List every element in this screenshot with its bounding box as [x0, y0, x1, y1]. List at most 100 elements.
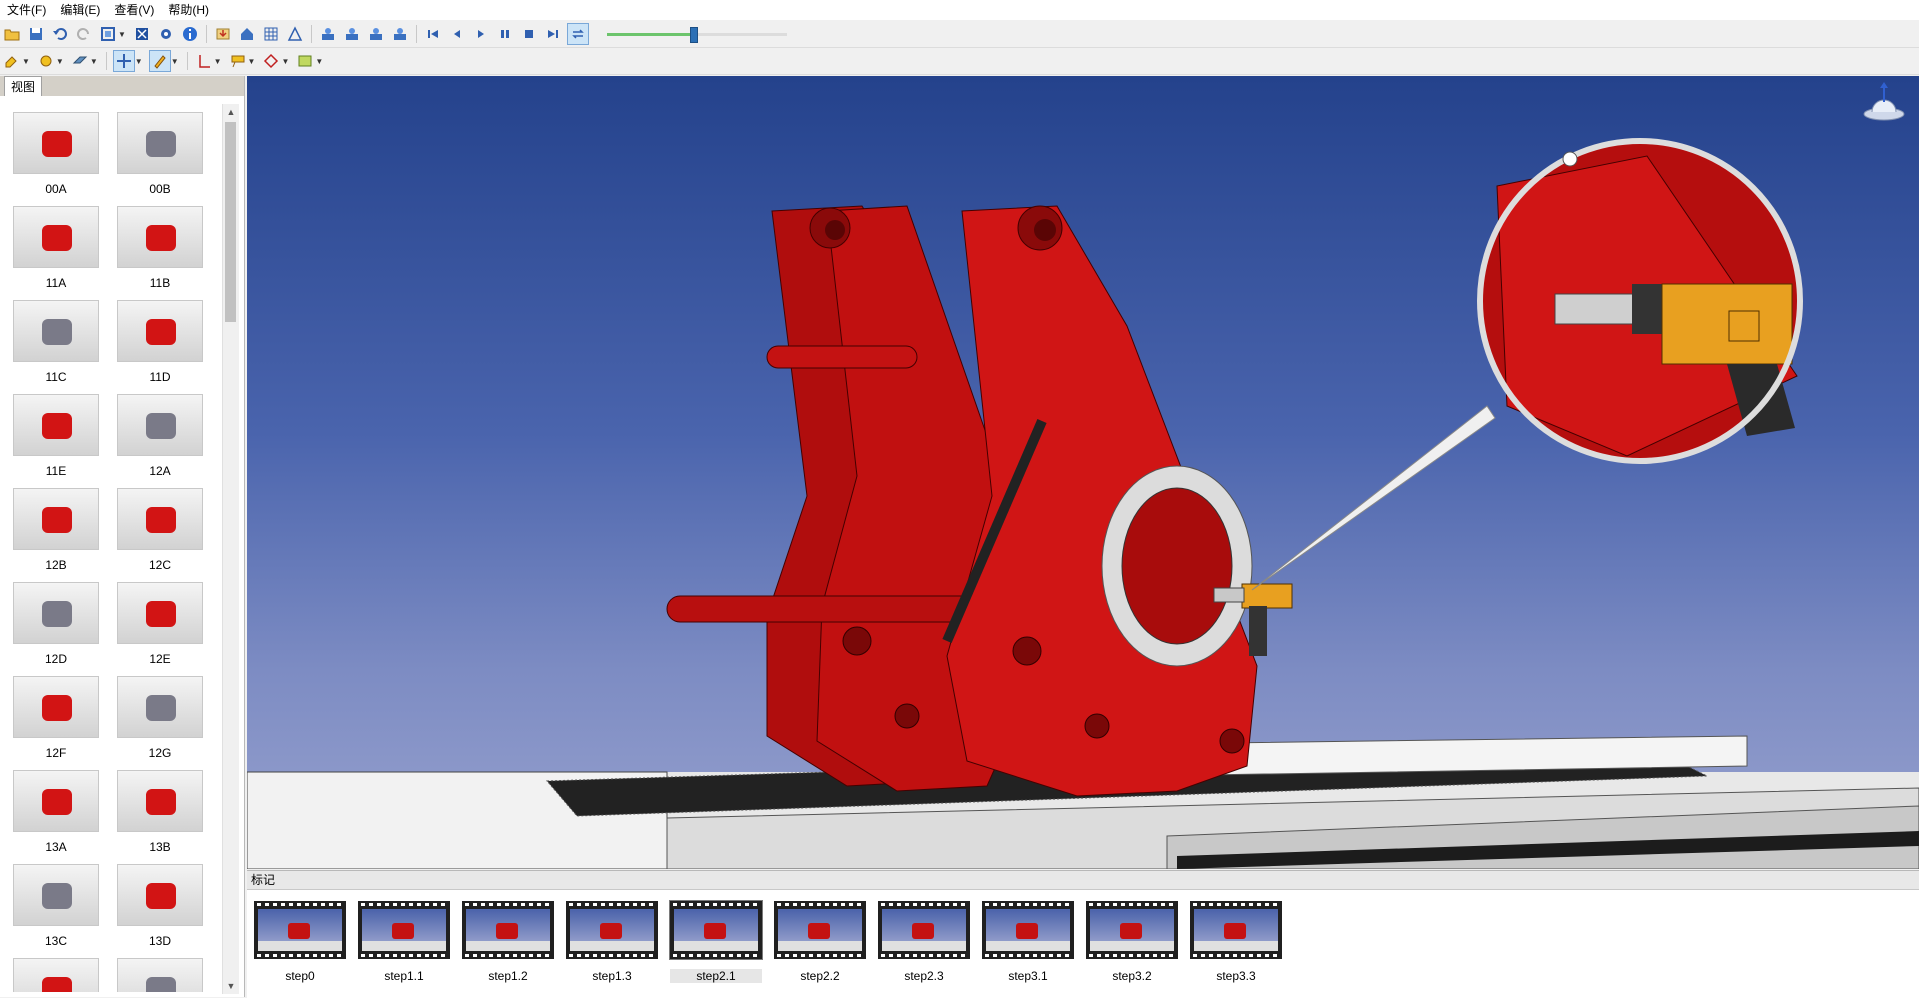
- move-tool-icon[interactable]: [112, 50, 135, 72]
- skip-to-end-icon[interactable]: [543, 24, 563, 44]
- frame-hole-2: [894, 703, 920, 729]
- step-item[interactable]: step1.2: [462, 901, 554, 983]
- undo-icon[interactable]: [50, 24, 70, 44]
- view-thumbnail-image: [117, 582, 203, 644]
- camera-front-icon[interactable]: [318, 24, 338, 44]
- grid-icon[interactable]: [261, 24, 281, 44]
- view-thumbnail[interactable]: 13D: [108, 856, 212, 950]
- annotate-dropdown-icon[interactable]: ▼: [171, 57, 179, 66]
- pause-icon[interactable]: [495, 24, 515, 44]
- navigation-compass-icon[interactable]: [1863, 82, 1905, 121]
- play-icon[interactable]: [471, 24, 491, 44]
- step-item[interactable]: step3.3: [1190, 901, 1282, 983]
- view-thumbnail[interactable]: 13B: [108, 762, 212, 856]
- menu-help[interactable]: 帮助(H): [161, 0, 216, 20]
- step-item[interactable]: step2.2: [774, 901, 866, 983]
- shape-dropdown-icon[interactable]: ▼: [281, 57, 289, 66]
- view-thumbnail[interactable]: 13C: [4, 856, 108, 950]
- rear-plate-top-hole-inner: [825, 220, 845, 240]
- view-thumbnail-label: 11C: [45, 370, 67, 384]
- step-item[interactable]: step2.3: [878, 901, 970, 983]
- highlight-dropdown-icon[interactable]: ▼: [22, 57, 30, 66]
- eraser-tool-icon[interactable]: [70, 51, 90, 71]
- label-tool-icon[interactable]: [228, 51, 248, 71]
- step-item[interactable]: step1.3: [566, 901, 658, 983]
- view-thumbnail[interactable]: 12E: [108, 574, 212, 668]
- step-item[interactable]: step2.1: [669, 900, 763, 983]
- light-tool-icon[interactable]: [36, 51, 56, 71]
- animation-progress-slider[interactable]: [606, 24, 787, 44]
- step-item[interactable]: step0: [254, 901, 346, 983]
- section-view-icon[interactable]: [285, 24, 305, 44]
- view-thumbnail[interactable]: 11A: [4, 198, 108, 292]
- view-thumbnail-model: [146, 131, 176, 157]
- view-thumbnail-image: [117, 112, 203, 174]
- open-file-icon[interactable]: [2, 24, 22, 44]
- view-thumbnail[interactable]: 11D: [108, 292, 212, 386]
- camera-top-icon[interactable]: [342, 24, 362, 44]
- step-label: step3.3: [1216, 969, 1256, 983]
- step-item[interactable]: step3.2: [1086, 901, 1178, 983]
- measure-dropdown-icon[interactable]: ▼: [214, 57, 222, 66]
- 3d-viewport[interactable]: [247, 76, 1919, 869]
- view-thumbnail-label: 11B: [149, 276, 171, 290]
- view-thumbnail-model: [42, 507, 72, 533]
- camera-iso-icon[interactable]: [390, 24, 410, 44]
- image-tool-icon[interactable]: [295, 51, 315, 71]
- view-thumbnail[interactable]: 13A: [4, 762, 108, 856]
- view-thumbnail[interactable]: 12B: [4, 480, 108, 574]
- highlight-tool-icon[interactable]: [2, 51, 22, 71]
- step-item[interactable]: step3.1: [982, 901, 1074, 983]
- scroll-down-icon[interactable]: ▼: [223, 978, 239, 994]
- annotate-tool-icon[interactable]: [148, 50, 171, 72]
- view-thumbnail[interactable]: 00A: [4, 104, 108, 198]
- callout-anchor-icon[interactable]: [1562, 151, 1578, 167]
- redo-icon[interactable]: [74, 24, 94, 44]
- view-thumbnail-image: [117, 488, 203, 550]
- view-thumbnail-label: 12G: [148, 746, 172, 760]
- view-thumbnail[interactable]: 12G: [108, 668, 212, 762]
- view-thumbnail[interactable]: 12F: [4, 668, 108, 762]
- view-thumbnail[interactable]: 00B: [108, 104, 212, 198]
- toolbar-separator: [186, 52, 188, 70]
- fit-view-dropdown-icon[interactable]: ▼: [118, 30, 126, 39]
- settings-gear-icon[interactable]: [156, 24, 176, 44]
- menu-file[interactable]: 文件(F): [0, 0, 53, 20]
- move-dropdown-icon[interactable]: ▼: [135, 57, 143, 66]
- view-thumbnail[interactable]: [4, 950, 108, 992]
- scroll-up-icon[interactable]: ▲: [223, 104, 239, 120]
- label-dropdown-icon[interactable]: ▼: [248, 57, 256, 66]
- tab-views[interactable]: 视图: [4, 76, 43, 96]
- menu-view[interactable]: 查看(V): [107, 0, 161, 20]
- view-thumbnail[interactable]: 12D: [4, 574, 108, 668]
- loop-icon[interactable]: [566, 23, 589, 45]
- view-thumbnail[interactable]: 11C: [4, 292, 108, 386]
- camera-side-icon[interactable]: [366, 24, 386, 44]
- image-dropdown-icon[interactable]: ▼: [315, 57, 323, 66]
- home-view-icon[interactable]: [237, 24, 257, 44]
- views-scrollbar[interactable]: ▲ ▼: [222, 104, 239, 994]
- skip-to-start-icon[interactable]: [423, 24, 443, 44]
- view-thumbnail[interactable]: [108, 950, 212, 992]
- eraser-dropdown-icon[interactable]: ▼: [90, 57, 98, 66]
- view-thumbnail[interactable]: 12C: [108, 480, 212, 574]
- scrollbar-thumb[interactable]: [225, 122, 236, 322]
- zoom-extents-icon[interactable]: [132, 24, 152, 44]
- step-item[interactable]: step1.1: [358, 901, 450, 983]
- import-icon[interactable]: [213, 24, 233, 44]
- fit-view-icon[interactable]: [98, 24, 118, 44]
- light-dropdown-icon[interactable]: ▼: [56, 57, 64, 66]
- stop-icon[interactable]: [519, 24, 539, 44]
- slider-thumb[interactable]: [690, 27, 699, 43]
- view-thumbnail-model: [42, 789, 72, 815]
- previous-step-icon[interactable]: [447, 24, 467, 44]
- menu-edit[interactable]: 编辑(E): [53, 0, 107, 20]
- shape-tool-icon[interactable]: [261, 51, 281, 71]
- view-thumbnail[interactable]: 11B: [108, 198, 212, 292]
- view-thumbnail[interactable]: 12A: [108, 386, 212, 480]
- info-icon[interactable]: [180, 24, 200, 44]
- view-thumbnail[interactable]: 11E: [4, 386, 108, 480]
- step-filmstrip-icon: [669, 900, 763, 960]
- save-file-icon[interactable]: [26, 24, 46, 44]
- measure-tool-icon[interactable]: [194, 51, 214, 71]
